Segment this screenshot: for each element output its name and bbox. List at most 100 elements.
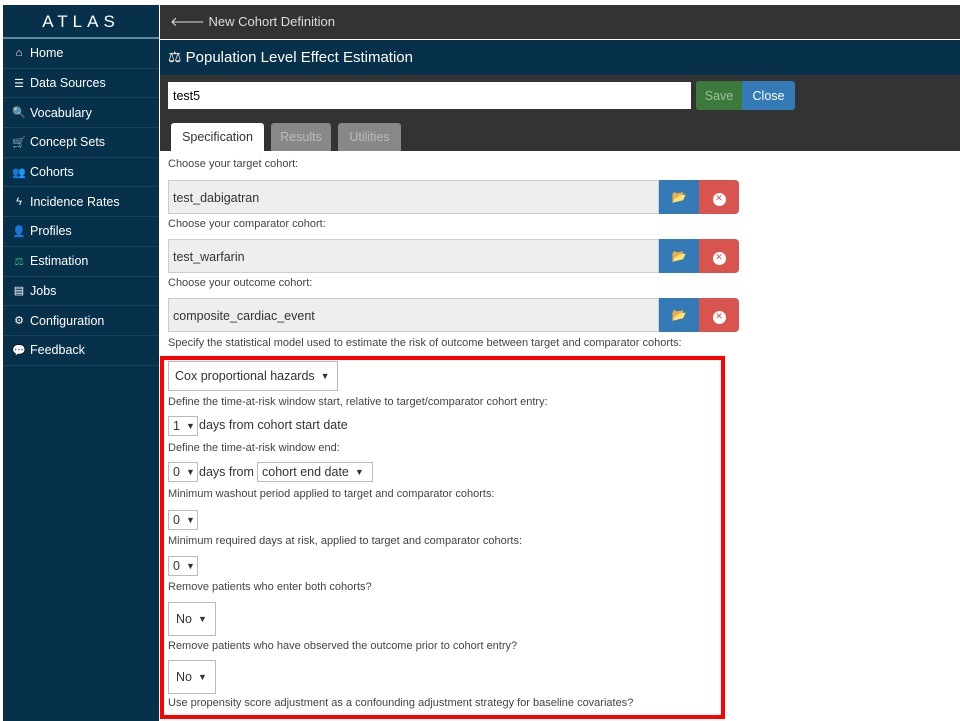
- clear-comparator-button[interactable]: ✕: [699, 239, 739, 273]
- sidebar-item-home[interactable]: ⌂ Home: [3, 39, 159, 69]
- tasks-icon: ▤: [13, 285, 25, 298]
- remove-both-value: No: [176, 612, 192, 626]
- sidebar-item-label: Feedback: [30, 343, 85, 358]
- tar-start-suffix: days from cohort start date: [199, 418, 348, 432]
- close-button[interactable]: Close: [742, 81, 795, 110]
- users-icon: 👥: [12, 166, 26, 179]
- open-comparator-button[interactable]: 📂: [659, 239, 699, 273]
- tar-end-label: Define the time-at-risk window end:: [168, 442, 340, 454]
- sidebar-item-jobs[interactable]: ▤ Jobs: [3, 277, 159, 307]
- comment-icon: 💬: [12, 344, 26, 357]
- sidebar-item-configuration[interactable]: ⚙ Configuration: [3, 306, 159, 336]
- remove-prior-value: No: [176, 670, 192, 684]
- caret-down-icon: ▼: [320, 371, 330, 381]
- caret-down-icon: ▼: [185, 561, 195, 571]
- balance-scale-icon: ⚖: [14, 255, 24, 268]
- back-link[interactable]: 🡐 New Cohort Definition: [160, 5, 960, 39]
- caret-down-icon: ▼: [197, 614, 207, 624]
- washout-select[interactable]: 0 ▼: [168, 510, 198, 530]
- sidebar-item-label: Configuration: [30, 313, 105, 328]
- sidebar-item-cohorts[interactable]: 👥 Cohorts: [3, 158, 159, 188]
- remove-prior-label: Remove patients who have observed the ou…: [168, 640, 518, 652]
- min-days-value: 0: [173, 559, 180, 573]
- min-days-label: Minimum required days at risk, applied t…: [168, 535, 522, 547]
- ps-label: Use propensity score adjustment as a con…: [168, 697, 634, 709]
- save-button[interactable]: Save: [696, 81, 742, 110]
- caret-down-icon: ▼: [185, 515, 195, 525]
- tab-utilities[interactable]: Utilities: [338, 123, 401, 151]
- remove-prior-select[interactable]: No ▼: [168, 660, 216, 694]
- open-target-button[interactable]: 📂: [659, 180, 699, 214]
- caret-down-icon: ▼: [197, 672, 207, 682]
- sidebar-item-profiles[interactable]: 👤 Profiles: [3, 217, 159, 247]
- tab-specification[interactable]: Specification: [171, 123, 264, 151]
- caret-down-icon: ▼: [354, 467, 364, 477]
- washout-label: Minimum washout period applied to target…: [168, 488, 495, 500]
- sidebar-item-label: Vocabulary: [30, 105, 92, 120]
- sidebar-item-estimation[interactable]: ⚖ Estimation: [3, 247, 159, 277]
- sidebar-item-label: Estimation: [30, 254, 89, 269]
- sidebar-item-data-sources[interactable]: ☰ Data Sources: [3, 69, 159, 99]
- folder-open-icon: 📂: [671, 249, 687, 263]
- cogs-icon: ⚙: [14, 315, 24, 328]
- min-days-select[interactable]: 0 ▼: [168, 556, 198, 576]
- model-select[interactable]: Cox proportional hazards ▼: [168, 361, 338, 391]
- open-outcome-button[interactable]: 📂: [659, 298, 699, 332]
- arrow-left-icon: 🡐: [170, 14, 205, 29]
- sidebar-item-vocabulary[interactable]: 🔍 Vocabulary: [3, 98, 159, 129]
- back-link-label: New Cohort Definition: [208, 14, 335, 29]
- editor-bar: Save Close Specification Results Utiliti…: [160, 75, 960, 151]
- tar-end-anchor-select[interactable]: cohort end date ▼: [257, 462, 373, 482]
- database-icon: ☰: [14, 77, 24, 90]
- home-icon: ⌂: [15, 47, 23, 60]
- remove-both-select[interactable]: No ▼: [168, 602, 216, 636]
- balance-scale-icon: ⚖: [168, 49, 182, 66]
- sidebar: ATLAS ⌂ Home ☰ Data Sources 🔍 Vocabulary 🛒 Conc…: [3, 5, 159, 721]
- tar-end-select[interactable]: 0 ▼: [168, 462, 198, 482]
- model-value: Cox proportional hazards: [175, 369, 315, 383]
- comparator-cohort-label: Choose your comparator cohort:: [168, 218, 326, 230]
- caret-down-icon: ▼: [185, 467, 195, 477]
- model-label: Specify the statistical model used to es…: [168, 337, 682, 349]
- tar-start-label: Define the time-at-risk window start, re…: [168, 396, 548, 408]
- sidebar-item-label: Incidence Rates: [30, 194, 120, 209]
- clear-target-button[interactable]: ✕: [699, 180, 739, 214]
- tab-results[interactable]: Results: [271, 123, 331, 151]
- outcome-cohort-label: Choose your outcome cohort:: [168, 277, 313, 289]
- bolt-icon: ϟ: [16, 195, 22, 208]
- atlas-logo[interactable]: ATLAS: [3, 5, 159, 39]
- sidebar-item-label: Profiles: [30, 224, 72, 239]
- user-icon: 👤: [12, 225, 26, 238]
- target-cohort-label: Choose your target cohort:: [168, 158, 299, 170]
- sidebar-item-incidence-rates[interactable]: ϟ Incidence Rates: [3, 187, 159, 218]
- outcome-cohort-field[interactable]: composite_cardiac_event: [168, 298, 659, 332]
- sidebar-item-label: Jobs: [30, 283, 57, 298]
- tar-end-value: 0: [173, 465, 180, 479]
- folder-open-icon: 📂: [671, 190, 687, 204]
- comparator-cohort-field[interactable]: test_warfarin: [168, 239, 659, 273]
- folder-open-icon: 📂: [671, 308, 687, 322]
- tar-end-anchor-value: cohort end date: [262, 465, 349, 479]
- page-title-text: Population Level Effect Estimation: [185, 49, 413, 66]
- page-title: ⚖ Population Level Effect Estimation: [160, 40, 960, 75]
- search-icon: 🔍: [12, 107, 26, 120]
- times-circle-icon: ✕: [712, 311, 726, 324]
- tar-start-select[interactable]: 1 ▼: [168, 416, 198, 436]
- remove-both-label: Remove patients who enter both cohorts?: [168, 581, 372, 593]
- clear-outcome-button[interactable]: ✕: [699, 298, 739, 332]
- target-cohort-field[interactable]: test_dabigatran: [168, 180, 659, 214]
- washout-value: 0: [173, 513, 180, 527]
- tar-start-value: 1: [173, 419, 180, 433]
- estimation-name-input[interactable]: [168, 82, 691, 109]
- sidebar-item-label: Data Sources: [30, 76, 106, 91]
- sidebar-item-concept-sets[interactable]: 🛒 Concept Sets: [3, 128, 159, 158]
- tar-end-mid: days from: [199, 465, 254, 479]
- sidebar-item-label: Concept Sets: [30, 135, 106, 150]
- sidebar-item-feedback[interactable]: 💬 Feedback: [3, 336, 159, 366]
- times-circle-icon: ✕: [712, 252, 726, 265]
- caret-down-icon: ▼: [185, 421, 195, 431]
- sidebar-item-label: Home: [30, 46, 64, 61]
- times-circle-icon: ✕: [712, 193, 726, 206]
- sidebar-item-label: Cohorts: [30, 165, 74, 180]
- cart-icon: 🛒: [12, 136, 26, 149]
